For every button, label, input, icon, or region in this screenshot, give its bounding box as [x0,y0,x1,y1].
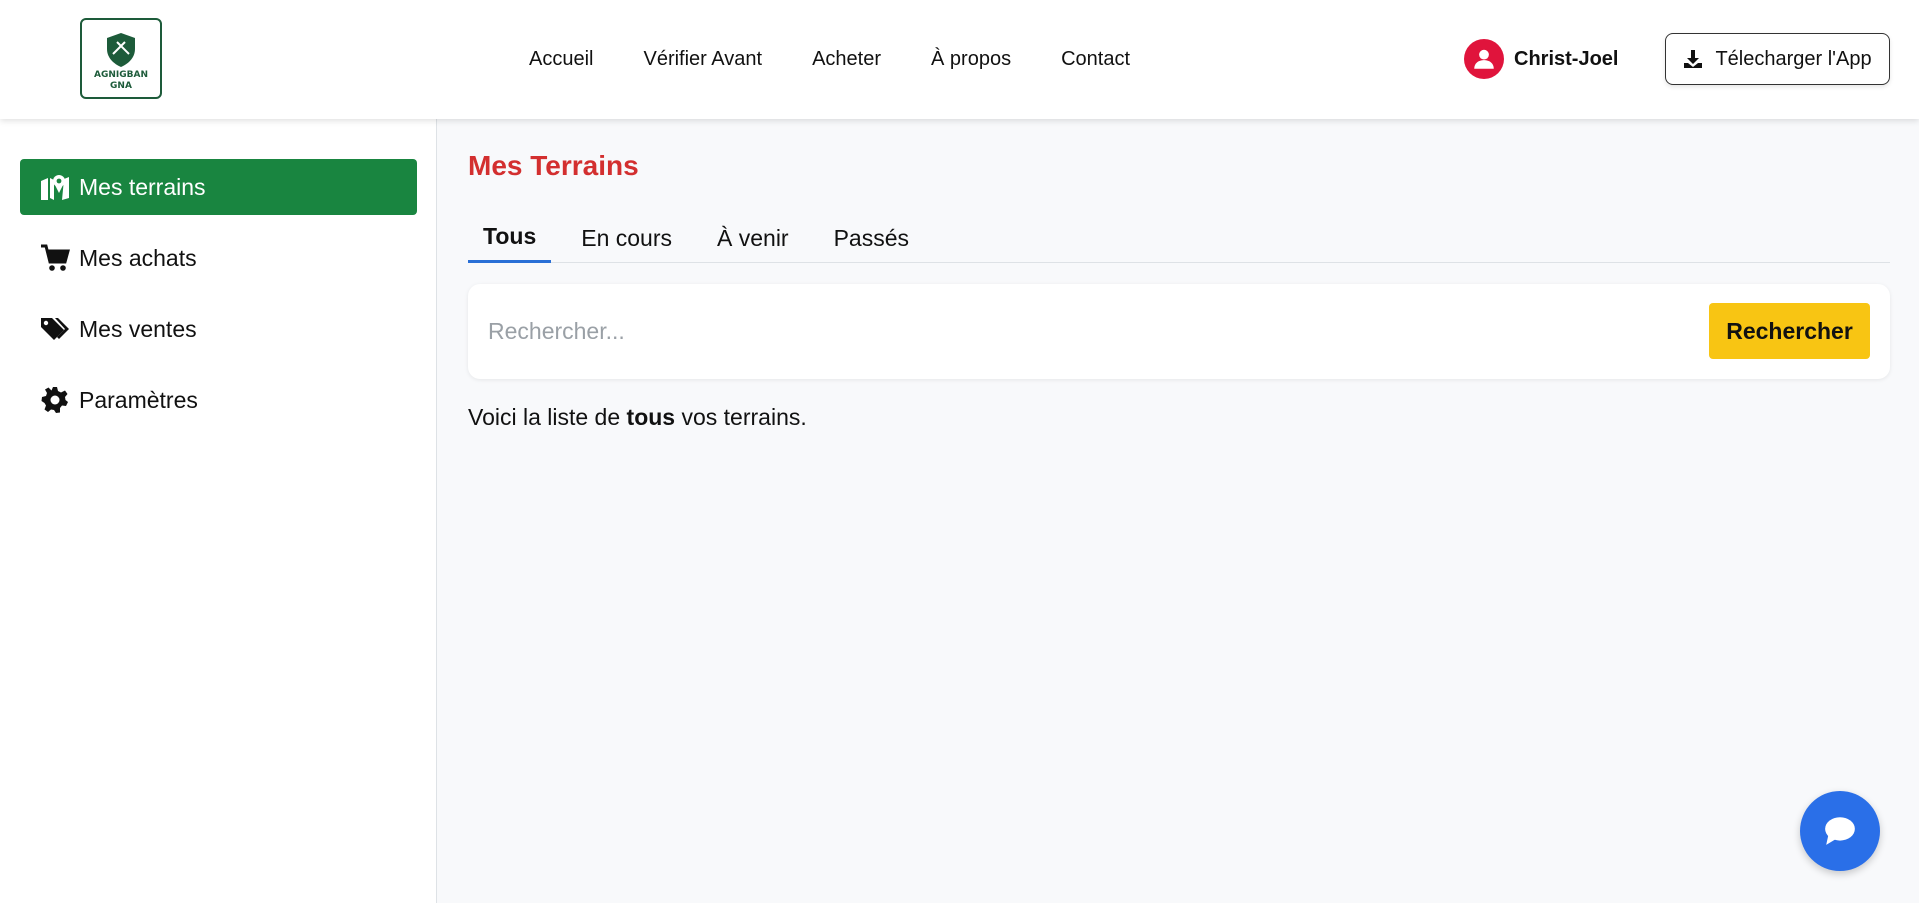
sidebar-item-label: Mes terrains [79,173,206,200]
nav-a-propos[interactable]: À propos [931,48,1011,71]
tab-tous[interactable]: Tous [468,213,552,263]
download-icon [1684,50,1703,68]
user-avatar-icon [1464,39,1504,79]
status-tabs: Tous En cours À venir Passés [468,213,1890,263]
search-input[interactable] [488,304,1648,359]
download-app-button[interactable]: Télecharger l'App [1665,33,1890,85]
description-bold: tous [626,404,676,430]
shield-logo-icon [107,33,135,67]
tags-icon [39,315,71,343]
sidebar-item-label: Paramètres [79,386,198,413]
nav-verifier-avant[interactable]: Vérifier Avant [643,48,762,71]
chat-button[interactable] [1800,791,1880,871]
site-logo[interactable]: AGNIGBAN GNA [80,18,162,99]
nav-acheter[interactable]: Acheter [812,48,881,71]
sidebar-item-mes-achats[interactable]: Mes achats [20,230,417,286]
user-menu[interactable]: Christ-Joel [1464,39,1618,79]
search-button[interactable]: Rechercher [1709,303,1870,359]
sidebar-item-label: Mes ventes [79,315,197,342]
logo-text: AGNIGBAN GNA [94,70,148,91]
gear-icon [39,386,71,414]
list-description: Voici la liste de tous vos terrains. [468,404,807,431]
sidebar-item-mes-ventes[interactable]: Mes ventes [20,301,417,357]
nav-accueil[interactable]: Accueil [529,48,593,71]
map-marker-icon [39,173,71,201]
sidebar-item-parametres[interactable]: Paramètres [20,372,417,428]
tab-a-venir[interactable]: À venir [702,213,804,263]
sidebar-item-label: Mes achats [79,244,197,271]
description-prefix: Voici la liste de [468,404,627,430]
page-title: Mes Terrains [468,150,639,181]
sidebar: Mes terrains Mes achats Mes ventes Param… [0,119,437,903]
search-card: Rechercher [468,284,1890,379]
tab-en-cours[interactable]: En cours [566,213,687,263]
tab-passes[interactable]: Passés [819,213,924,263]
download-app-label: Télecharger l'App [1715,47,1872,70]
description-suffix: vos terrains. [675,404,807,430]
sidebar-item-mes-terrains[interactable]: Mes terrains [20,159,417,215]
main-nav: Accueil Vérifier Avant Acheter À propos … [529,0,1180,119]
top-header: AGNIGBAN GNA Accueil Vérifier Avant Ache… [0,0,1919,119]
nav-contact[interactable]: Contact [1061,48,1130,71]
cart-icon [39,244,71,272]
user-name: Christ-Joel [1514,47,1619,70]
chat-bubble-icon [1825,817,1855,845]
